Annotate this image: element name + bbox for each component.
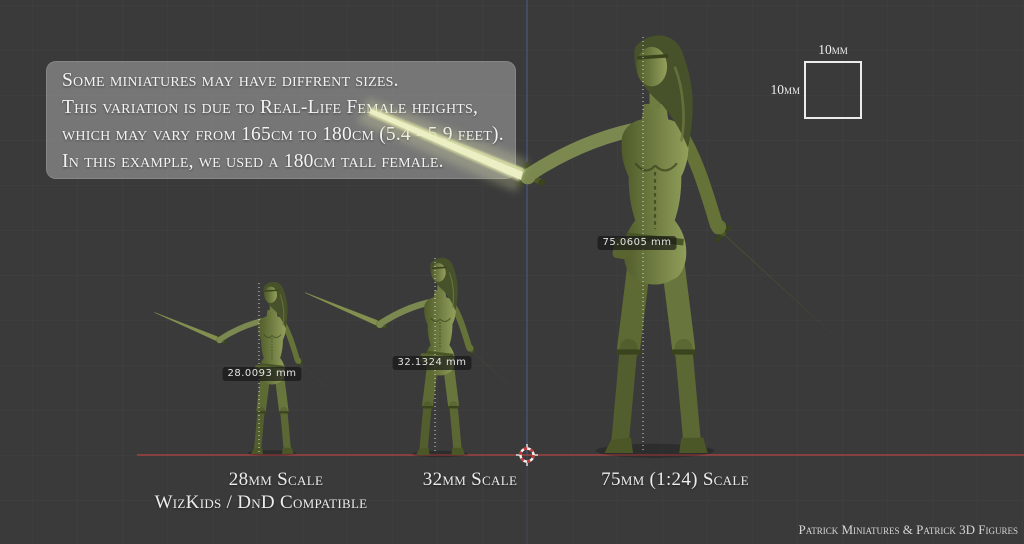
caption-32mm-scale: 32mm Scale — [423, 469, 517, 491]
caption-wizkids-compatible: WizKids / DnD Compatible — [155, 492, 368, 514]
measurement-tag-28mm: 28.0093 mm — [222, 367, 301, 381]
info-line-3: which may vary from 165cm to 180cm (5.4 … — [62, 121, 515, 148]
info-line-2: This variation is due to Real-Life Femal… — [62, 94, 515, 121]
info-line-4: In this example, we used a 180cm tall fe… — [62, 148, 515, 175]
info-box: Some miniatures may have diffrent sizes.… — [46, 61, 516, 179]
caption-75mm-scale: 75mm (1:24) Scale — [601, 469, 749, 491]
measurement-tag-32mm: 32.1324 mm — [392, 356, 471, 370]
info-line-1: Some miniatures may have diffrent sizes. — [62, 67, 515, 94]
blender-viewport[interactable]: Some miniatures may have diffrent sizes.… — [0, 0, 1024, 544]
measurement-tag-75mm: 75.0605 mm — [597, 236, 676, 250]
reference-square-label-top: 10mm — [805, 42, 861, 58]
caption-28mm-scale: 28mm Scale — [229, 469, 323, 491]
credit-text: Patrick Miniatures & Patrick 3D Figures — [798, 522, 1018, 538]
reference-square-label-left: 10mm — [758, 82, 800, 98]
